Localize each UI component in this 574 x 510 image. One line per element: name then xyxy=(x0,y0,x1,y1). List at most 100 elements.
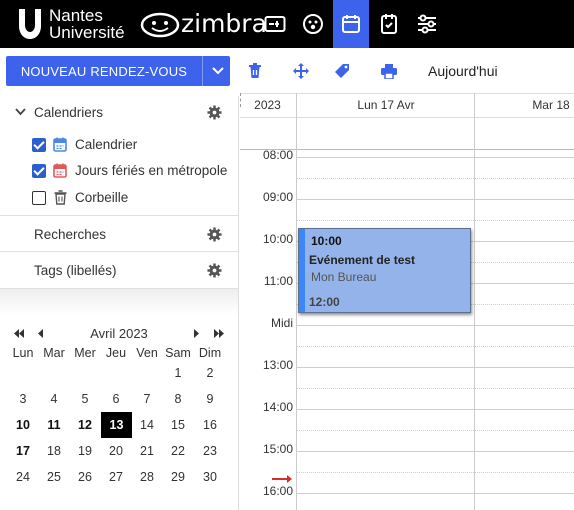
mini-calendar-day[interactable]: 5 xyxy=(70,389,100,409)
mini-calendar-day[interactable]: 10 xyxy=(8,415,38,435)
previous-year-icon[interactable] xyxy=(13,329,25,338)
mini-calendar-day[interactable]: 15 xyxy=(163,415,193,435)
mini-calendar-day[interactable]: 1 xyxy=(163,363,193,383)
mini-calendar-day[interactable]: 2 xyxy=(195,363,225,383)
hour-label: 13:00 xyxy=(262,358,293,372)
half-hour-line xyxy=(297,220,574,221)
calendar-app-icon[interactable] xyxy=(333,0,369,48)
new-appointment-button[interactable]: NOUVEAU RENDEZ-VOUS xyxy=(6,56,230,86)
move-icon[interactable] xyxy=(290,60,312,82)
tags-label: Tags (libellés) xyxy=(34,263,117,278)
app-name: zimbra xyxy=(181,9,267,38)
mini-calendar-day[interactable]: 30 xyxy=(195,467,225,487)
holidays-calendar-item[interactable]: Jours fériés en métropole xyxy=(0,162,238,180)
mini-calendar-day[interactable]: 4 xyxy=(39,389,69,409)
hour-line xyxy=(297,493,574,494)
weekday-label: Jeu xyxy=(105,346,127,360)
hour-line xyxy=(297,451,574,452)
university-name: Nantes Université xyxy=(49,7,125,41)
button-divider xyxy=(202,56,203,86)
holidays-label: Jours fériés en métropole xyxy=(75,163,228,178)
calendar-item[interactable]: Calendrier xyxy=(0,136,238,154)
mini-calendar-day[interactable]: 11 xyxy=(39,415,69,435)
hour-line xyxy=(297,367,574,368)
half-hour-line xyxy=(297,430,574,431)
mini-calendar-day[interactable]: 7 xyxy=(132,389,162,409)
weekday-label: Mar xyxy=(43,346,65,360)
calendar-checkbox[interactable] xyxy=(32,138,46,152)
tasks-app-icon[interactable] xyxy=(371,0,407,48)
mini-calendar-day[interactable]: 25 xyxy=(39,467,69,487)
mini-calendar-day[interactable]: 18 xyxy=(39,441,69,461)
event-color-bar xyxy=(299,229,305,312)
hour-label: Midi xyxy=(270,316,293,330)
delete-icon[interactable] xyxy=(244,60,266,82)
next-year-icon[interactable] xyxy=(213,329,225,338)
weekday-label: Lun xyxy=(12,346,34,360)
splitter[interactable] xyxy=(0,289,238,315)
mini-calendar-day[interactable]: 16 xyxy=(195,415,225,435)
university-line-1: Nantes xyxy=(49,6,103,25)
hour-line xyxy=(297,409,574,410)
university-line-2: Université xyxy=(49,23,125,42)
mini-calendar-day[interactable]: 12 xyxy=(70,415,100,435)
trash-label: Corbeille xyxy=(75,190,129,205)
event-title: Evénement de test xyxy=(309,253,416,267)
holidays-checkbox[interactable] xyxy=(32,164,46,178)
hour-line xyxy=(297,325,574,326)
searches-section-header[interactable]: Recherches xyxy=(0,226,238,244)
previous-month-icon[interactable] xyxy=(37,329,44,338)
calendar-event[interactable]: 10:00 Evénement de test Mon Bureau 12:00 xyxy=(298,228,471,313)
mini-calendar-day[interactable]: 29 xyxy=(163,467,193,487)
calendars-section-header[interactable]: Calendriers xyxy=(0,104,238,122)
hour-label: 14:00 xyxy=(262,400,293,414)
mini-calendar-day[interactable]: 28 xyxy=(132,467,162,487)
weekday-label: Ven xyxy=(136,346,158,360)
chevron-down-icon[interactable] xyxy=(206,56,230,86)
hour-label: 16:00 xyxy=(262,484,293,498)
tag-icon[interactable] xyxy=(331,60,353,82)
mini-calendar-day[interactable]: 14 xyxy=(132,415,162,435)
mail-app-icon[interactable] xyxy=(257,0,293,48)
gear-icon[interactable] xyxy=(207,105,222,120)
chevron-down-icon[interactable] xyxy=(15,108,26,116)
mini-calendar-day[interactable]: 9 xyxy=(195,389,225,409)
trash-item[interactable]: Corbeille xyxy=(0,189,238,207)
mini-calendar-day[interactable]: 3 xyxy=(8,389,38,409)
mini-calendar-day[interactable]: 17 xyxy=(8,441,38,461)
gear-icon[interactable] xyxy=(207,263,222,278)
mini-calendar-month[interactable]: Avril 2023 xyxy=(60,326,178,341)
mini-calendar-day[interactable]: 24 xyxy=(8,467,38,487)
calendar-label: Calendrier xyxy=(75,137,138,152)
tags-section-header[interactable]: Tags (libellés) xyxy=(0,262,238,280)
contacts-app-icon[interactable] xyxy=(295,0,331,48)
zimbra-logo-icon xyxy=(140,12,180,38)
mini-calendar-day[interactable]: 6 xyxy=(101,389,131,409)
weekday-label: Mer xyxy=(74,346,96,360)
preferences-app-icon[interactable] xyxy=(409,0,445,48)
mini-calendar-day[interactable]: 19 xyxy=(70,441,100,461)
calendars-header-label: Calendriers xyxy=(34,105,104,120)
mini-calendar-day[interactable]: 23 xyxy=(195,441,225,461)
today-button[interactable]: Aujourd'hui xyxy=(428,63,498,79)
half-hour-line xyxy=(297,178,574,179)
mini-calendar-day[interactable]: 27 xyxy=(101,467,131,487)
mini-calendar-day[interactable]: 22 xyxy=(163,441,193,461)
hour-label: 15:00 xyxy=(262,442,293,456)
mini-calendar-day[interactable]: 26 xyxy=(70,467,100,487)
next-month-icon[interactable] xyxy=(193,329,200,338)
mini-calendar-day[interactable]: 8 xyxy=(163,389,193,409)
mini-calendar: Avril 2023 Lun Mar Mer Jeu Ven Sam Dim 1 2 3 4 5 6 7 8… xyxy=(0,323,238,510)
hour-line xyxy=(297,199,574,200)
weekday-label: Sam xyxy=(165,346,191,360)
mini-calendar-today[interactable]: 13 xyxy=(101,412,132,438)
calendar-icon xyxy=(53,163,67,178)
trash-checkbox[interactable] xyxy=(32,191,46,205)
calendar-icon xyxy=(53,137,67,152)
current-time-arrow-icon xyxy=(287,475,292,483)
hour-label: 10:00 xyxy=(262,232,293,246)
print-icon[interactable] xyxy=(378,60,400,82)
mini-calendar-day[interactable]: 21 xyxy=(132,441,162,461)
gear-icon[interactable] xyxy=(207,227,222,242)
mini-calendar-day[interactable]: 20 xyxy=(101,441,131,461)
